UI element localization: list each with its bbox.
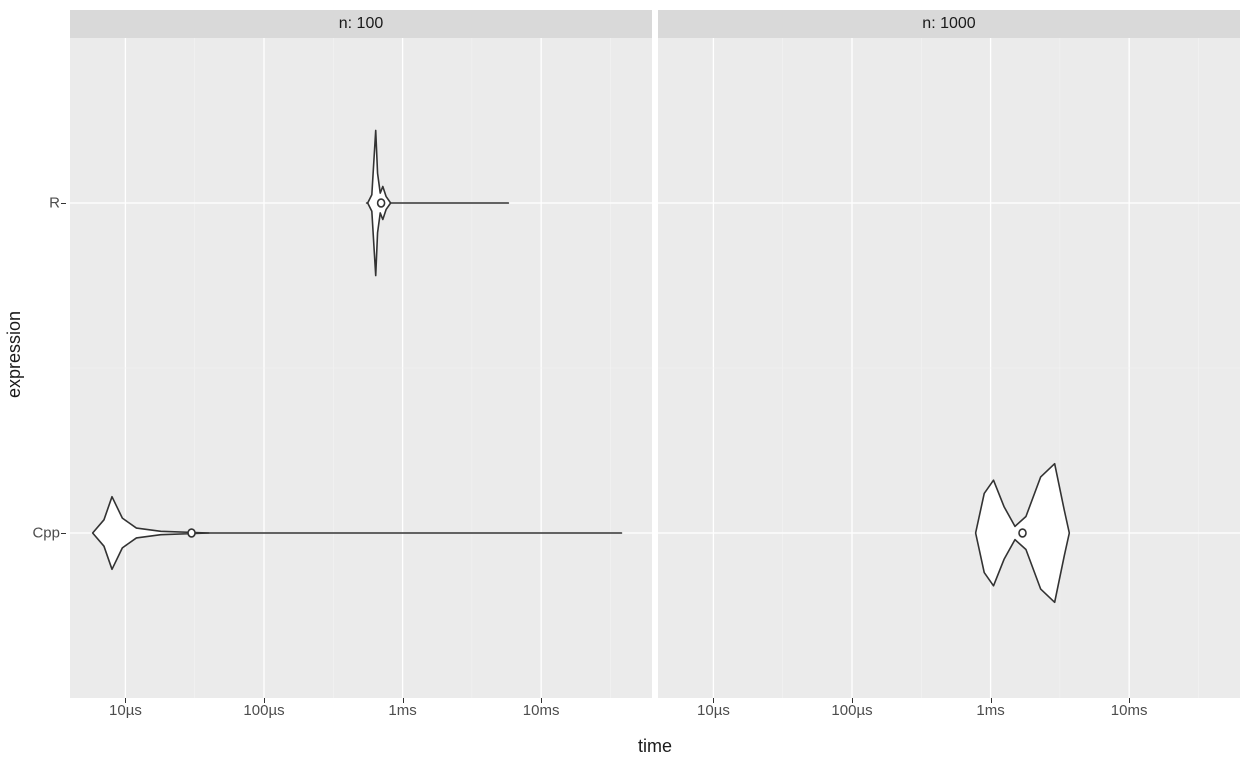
- facet-strip: n: 100: [70, 10, 652, 38]
- x-tick-label: 10µs: [109, 702, 142, 719]
- y-axis-title: expression: [2, 0, 28, 708]
- y-tick: [61, 203, 66, 204]
- panel: 10µs100µs1ms10ms: [70, 38, 652, 698]
- x-axis-title: time: [70, 736, 1240, 764]
- facet: n: 10010µs100µs1ms10ms: [70, 10, 652, 698]
- x-tick-label: 10ms: [523, 702, 560, 719]
- violin-median: [188, 529, 195, 537]
- facet: n: 100010µs100µs1ms10ms: [658, 10, 1240, 698]
- y-tick-label: Cpp: [32, 525, 60, 542]
- facet-row: n: 10010µs100µs1ms10msn: 100010µs100µs1m…: [70, 10, 1240, 698]
- x-tick-label: 100µs: [243, 702, 284, 719]
- x-tick-labels: 10µs 100µs 1ms 10ms: [70, 700, 652, 724]
- panel: 10µs100µs1ms10ms: [658, 38, 1240, 698]
- x-tick-label: 10µs: [697, 702, 730, 719]
- facet-strip: n: 1000: [658, 10, 1240, 38]
- panel-svg: [658, 38, 1240, 698]
- x-tick-label: 1ms: [976, 702, 1004, 719]
- y-tick: [61, 533, 66, 534]
- y-axis-title-text: expression: [5, 310, 26, 397]
- x-tick-label: 1ms: [388, 702, 416, 719]
- panel-svg: [70, 38, 652, 698]
- violin-median: [378, 199, 385, 207]
- x-tick-label: 100µs: [831, 702, 872, 719]
- y-tick-label: R: [49, 195, 60, 212]
- violin-median: [1019, 529, 1026, 537]
- y-axis-tick-labels: R Cpp: [26, 38, 66, 698]
- x-tick-labels: 10µs 100µs 1ms 10ms: [658, 700, 1240, 724]
- x-axis-title-text: time: [638, 736, 672, 756]
- x-tick-label: 10ms: [1111, 702, 1148, 719]
